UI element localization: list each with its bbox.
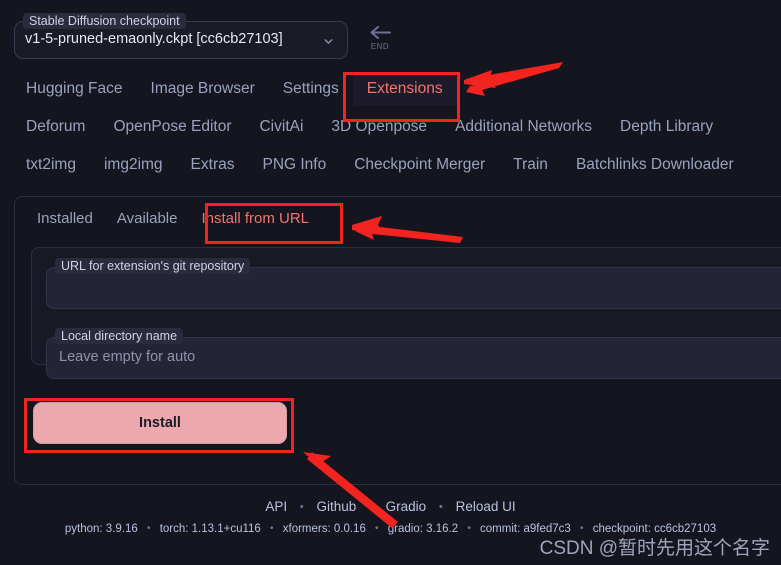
footer-separator: •	[369, 501, 373, 514]
tab-additional-networks[interactable]: Additional Networks	[441, 111, 606, 143]
chevron-down-icon[interactable]	[322, 35, 335, 48]
tab-3d-openpose[interactable]: 3D Openpose	[317, 111, 441, 143]
git-url-label: URL for extension's git repository	[55, 258, 251, 274]
tab-civitai[interactable]: CivitAi	[245, 111, 317, 143]
local-directory-input[interactable]: Leave empty for auto	[59, 349, 195, 365]
tab-img2img[interactable]: img2img	[90, 149, 177, 181]
csdn-watermark: CSDN @暂时先用这个名字	[539, 538, 770, 559]
footer-separator: •	[375, 523, 379, 535]
tab-deforum[interactable]: Deforum	[12, 111, 99, 143]
version-gradio: gradio: 3.16.2	[387, 523, 459, 535]
quick-settings-bar: Stable Diffusion checkpoint v1-5-pruned-…	[0, 0, 781, 70]
stable-diffusion-webui: Stable Diffusion checkpoint v1-5-pruned-…	[0, 0, 781, 565]
tab-txt2img[interactable]: txt2img	[12, 149, 90, 181]
tab-row-2: Deforum OpenPose Editor CivitAi 3D Openp…	[0, 108, 781, 146]
footer-link-api[interactable]: API	[265, 499, 287, 514]
tab-extras[interactable]: Extras	[177, 149, 249, 181]
local-directory-field[interactable]: Local directory name Leave empty for aut…	[46, 328, 781, 379]
local-directory-label: Local directory name	[55, 328, 184, 344]
version-python: python: 3.9.16	[64, 523, 138, 535]
git-url-field[interactable]: URL for extension's git repository	[46, 258, 781, 309]
subtab-installed[interactable]: Installed	[25, 203, 105, 234]
footer-separator: •	[299, 501, 304, 514]
extensions-subtabs: Installed Available Install from URL	[15, 197, 781, 239]
footer-link-github[interactable]: Github	[317, 499, 357, 514]
end-key-hint: END	[366, 26, 394, 51]
footer-separator: •	[438, 501, 443, 514]
tab-extensions[interactable]: Extensions	[352, 72, 457, 106]
tab-train[interactable]: Train	[499, 149, 562, 181]
subtab-available[interactable]: Available	[105, 203, 190, 234]
tab-hugging-face[interactable]: Hugging Face	[12, 72, 137, 106]
version-xformers: xformers: 0.0.16	[282, 523, 366, 535]
extensions-panel: Installed Available Install from URL URL…	[14, 196, 781, 485]
footer-separator: •	[270, 523, 274, 535]
tab-batchlinks-downloader[interactable]: Batchlinks Downloader	[562, 149, 748, 181]
subtab-install-from-url[interactable]: Install from URL	[189, 203, 321, 234]
footer-separator: •	[467, 523, 471, 535]
checkpoint-label: Stable Diffusion checkpoint	[23, 13, 186, 29]
footer-link-reload-ui[interactable]: Reload UI	[456, 499, 516, 514]
version-torch: torch: 1.13.1+cu116	[159, 523, 261, 535]
checkpoint-value: v1-5-pruned-emaonly.ckpt [cc6cb27103]	[25, 31, 283, 47]
tab-depth-library[interactable]: Depth Library	[606, 111, 727, 143]
tab-openpose-editor[interactable]: OpenPose Editor	[99, 111, 245, 143]
tab-checkpoint-merger[interactable]: Checkpoint Merger	[340, 149, 499, 181]
footer: API • Github • Gradio • Reload UI python…	[0, 487, 781, 535]
checkpoint-dropdown[interactable]: Stable Diffusion checkpoint v1-5-pruned-…	[14, 13, 348, 59]
install-button[interactable]: Install	[33, 402, 287, 444]
footer-link-gradio[interactable]: Gradio	[386, 499, 427, 514]
footer-separator: •	[146, 523, 151, 535]
footer-links: API • Github • Gradio • Reload UI	[0, 499, 781, 514]
tab-settings[interactable]: Settings	[269, 72, 353, 106]
main-tabs: Hugging Face Image Browser Settings Exte…	[0, 70, 781, 184]
tab-row-1: Hugging Face Image Browser Settings Exte…	[0, 70, 781, 108]
tab-row-3: txt2img img2img Extras PNG Info Checkpoi…	[0, 146, 781, 184]
install-from-url-form: URL for extension's git repository Local…	[31, 247, 781, 379]
tab-png-info[interactable]: PNG Info	[248, 149, 340, 181]
tab-image-browser[interactable]: Image Browser	[137, 72, 269, 106]
